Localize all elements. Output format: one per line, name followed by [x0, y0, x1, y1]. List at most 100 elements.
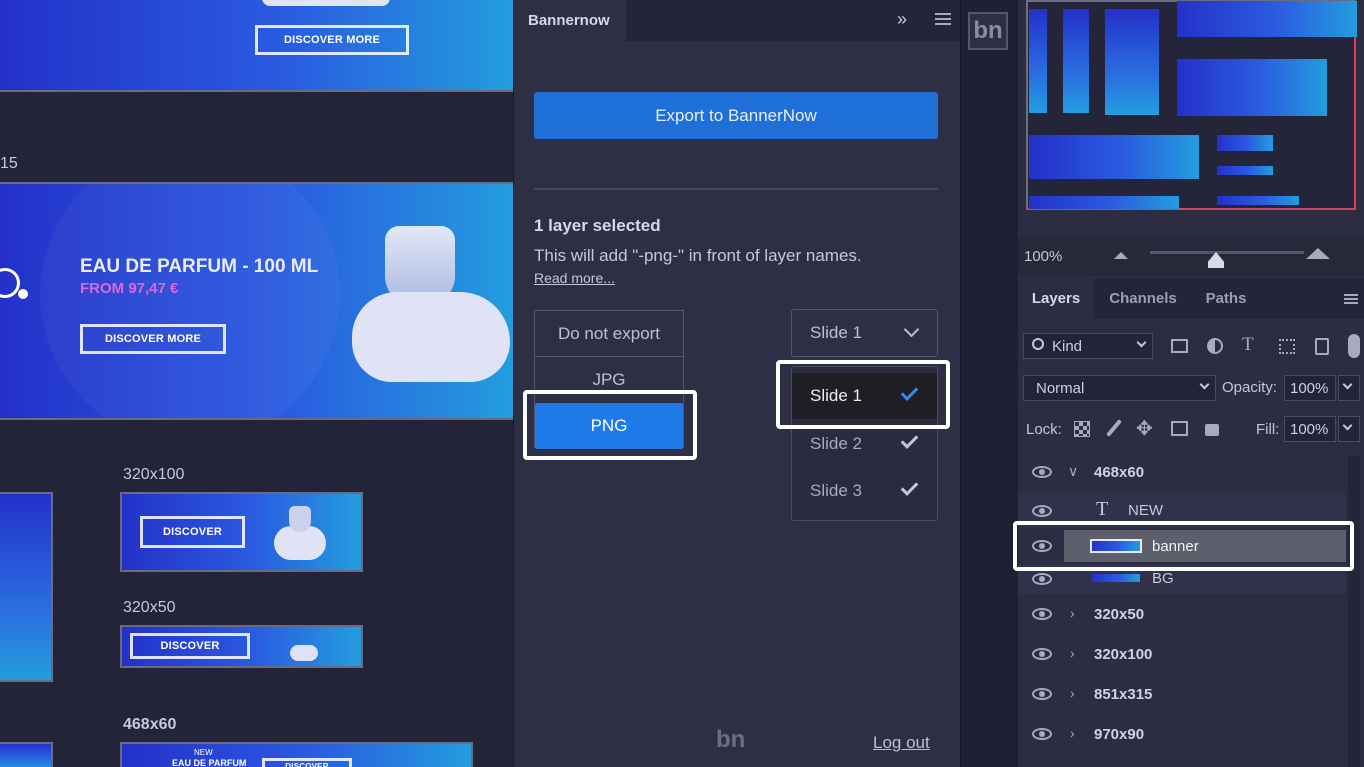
- layer-row-320x50[interactable]: › 320x50: [1018, 594, 1346, 634]
- zoom-slider-thumb[interactable]: [1208, 252, 1224, 268]
- read-more-link[interactable]: Read more...: [534, 270, 615, 286]
- ad-468x60-title: EAU DE PARFUM: [172, 758, 247, 767]
- chevron-right-icon[interactable]: ›: [1070, 685, 1075, 701]
- bannernow-extension-icon[interactable]: bn: [968, 12, 1008, 50]
- tab-bannernow[interactable]: Bannernow: [514, 0, 626, 41]
- filter-smartobject-icon[interactable]: [1315, 338, 1329, 355]
- panel-menu-icon[interactable]: [935, 13, 951, 25]
- opacity-label: Opacity:: [1222, 379, 1278, 396]
- layer-row-970x90[interactable]: › 970x90: [1018, 714, 1346, 754]
- search-icon: [1032, 338, 1044, 350]
- slide-select[interactable]: Slide 1: [791, 309, 938, 357]
- blend-mode-select[interactable]: Normal: [1023, 375, 1216, 401]
- filter-adjustment-icon[interactable]: [1207, 338, 1223, 354]
- layer-name: 320x100: [1094, 646, 1153, 663]
- slide-option-2-label: Slide 2: [810, 434, 862, 453]
- tab-channels[interactable]: Channels: [1108, 279, 1178, 319]
- layers-tab-bar: Layers Channels Paths: [1018, 279, 1364, 319]
- visibility-eye-icon[interactable]: [1032, 573, 1052, 585]
- export-button[interactable]: Export to BannerNow: [534, 92, 938, 139]
- banner-layer-highlight-frame: [1013, 521, 1354, 571]
- nav-thumb-5: [1177, 59, 1327, 116]
- lock-position-icon[interactable]: ✥: [1136, 416, 1153, 441]
- zoom-out-icon[interactable]: [1114, 252, 1128, 259]
- extension-strip: bn: [960, 0, 1018, 767]
- filter-shape-icon[interactable]: [1279, 339, 1295, 354]
- zoom-value[interactable]: 100%: [1024, 248, 1062, 265]
- visibility-eye-icon[interactable]: [1032, 466, 1052, 478]
- visibility-eye-icon[interactable]: [1032, 688, 1052, 700]
- ad-320x50: DISCOVER: [120, 625, 363, 668]
- navigator-preview[interactable]: [1026, 0, 1357, 210]
- nav-thumb-6: [1029, 135, 1199, 179]
- layers-menu-icon[interactable]: [1344, 294, 1358, 304]
- zoom-in-icon[interactable]: [1306, 248, 1330, 259]
- chevron-right-icon[interactable]: ›: [1070, 605, 1075, 621]
- nav-thumb-4: [1177, 1, 1357, 37]
- chevron-down-icon: [1342, 379, 1353, 390]
- opacity-field[interactable]: 100%: [1284, 375, 1336, 401]
- chevron-down-icon: [1136, 337, 1147, 348]
- collapse-icon[interactable]: »: [897, 9, 907, 30]
- visibility-eye-icon[interactable]: [1032, 728, 1052, 740]
- visibility-eye-icon[interactable]: [1032, 648, 1052, 660]
- nav-thumb-9: [1029, 196, 1179, 209]
- lock-all-icon[interactable]: [1205, 424, 1219, 436]
- large-banner: EAU DE PARFUM - 100 ML FROM 97,47 € DISC…: [0, 182, 513, 420]
- logout-link[interactable]: Log out: [873, 733, 930, 753]
- top-banner: DISCOVER MORE: [0, 0, 513, 92]
- fill-dropdown[interactable]: [1338, 416, 1360, 442]
- visibility-eye-icon[interactable]: [1032, 608, 1052, 620]
- layer-name: 468x60: [1094, 464, 1145, 481]
- slide-highlight-frame: [776, 360, 950, 429]
- logo-mark: [0, 268, 20, 298]
- tab-paths[interactable]: Paths: [1196, 279, 1256, 319]
- layer-name: 851x315: [1094, 686, 1153, 703]
- chevron-down-icon: [1342, 420, 1353, 431]
- filter-toggle[interactable]: [1348, 334, 1360, 358]
- chevron-right-icon[interactable]: ›: [1070, 645, 1075, 661]
- vertical-ad-partial-2: [0, 742, 53, 767]
- check-icon: [900, 431, 919, 449]
- lock-transparency-icon[interactable]: [1074, 421, 1090, 437]
- ad-320x50-button: DISCOVER: [130, 633, 250, 659]
- format-option-do-not-export[interactable]: Do not export: [535, 311, 683, 357]
- kind-filter-select[interactable]: Kind: [1023, 333, 1153, 359]
- png-highlight-frame: [523, 390, 697, 460]
- nav-thumb-10: [1217, 196, 1299, 205]
- selection-description: This will add "-png-" in front of layer …: [534, 246, 862, 265]
- tab-layers[interactable]: Layers: [1018, 279, 1094, 319]
- perfume-cap: [262, 0, 390, 6]
- layers-list: ∨ 468x60 T NEW banner BG › 320x50 › 320x…: [1018, 452, 1364, 767]
- fill-field[interactable]: 100%: [1284, 416, 1336, 442]
- slide-select-value: Slide 1: [810, 323, 862, 342]
- nav-thumb-7: [1217, 135, 1273, 151]
- fill-label: Fill:: [1256, 421, 1280, 438]
- chevron-down-icon: [903, 321, 920, 338]
- layer-name: NEW: [1128, 502, 1163, 519]
- layer-row-320x100[interactable]: › 320x100: [1018, 634, 1346, 674]
- size-label-468x60: 468x60: [123, 716, 177, 733]
- size-label-320x100: 320x100: [123, 466, 185, 483]
- zoom-slider-track[interactable]: [1150, 251, 1304, 254]
- ad-468x60: NEW EAU DE PARFUM DISCOVER: [120, 742, 473, 767]
- bg-circle: [40, 184, 340, 418]
- filter-image-icon[interactable]: [1171, 339, 1188, 353]
- visibility-eye-icon[interactable]: [1032, 505, 1052, 517]
- layer-row-468x60[interactable]: ∨ 468x60: [1018, 452, 1346, 492]
- slide-option-3[interactable]: Slide 3: [792, 468, 937, 514]
- document-canvas[interactable]: DISCOVER MORE 15 EAU DE PARFUM - 100 ML …: [0, 0, 513, 767]
- lock-brush-icon[interactable]: [1106, 419, 1122, 437]
- layer-row-851x315[interactable]: › 851x315: [1018, 674, 1346, 714]
- lock-artboard-icon[interactable]: [1171, 421, 1188, 436]
- blend-mode-value: Normal: [1036, 380, 1085, 397]
- layers-scrollbar[interactable]: [1348, 456, 1360, 767]
- chevron-down-icon[interactable]: ∨: [1068, 463, 1078, 480]
- chevron-down-icon: [1199, 379, 1210, 390]
- chevron-right-icon[interactable]: ›: [1070, 725, 1075, 741]
- fill-value: 100%: [1290, 421, 1329, 438]
- banner-button: DISCOVER MORE: [80, 324, 226, 354]
- opacity-dropdown[interactable]: [1338, 375, 1360, 401]
- filter-type-icon[interactable]: T: [1242, 334, 1254, 356]
- vertical-ad-partial: [0, 492, 53, 682]
